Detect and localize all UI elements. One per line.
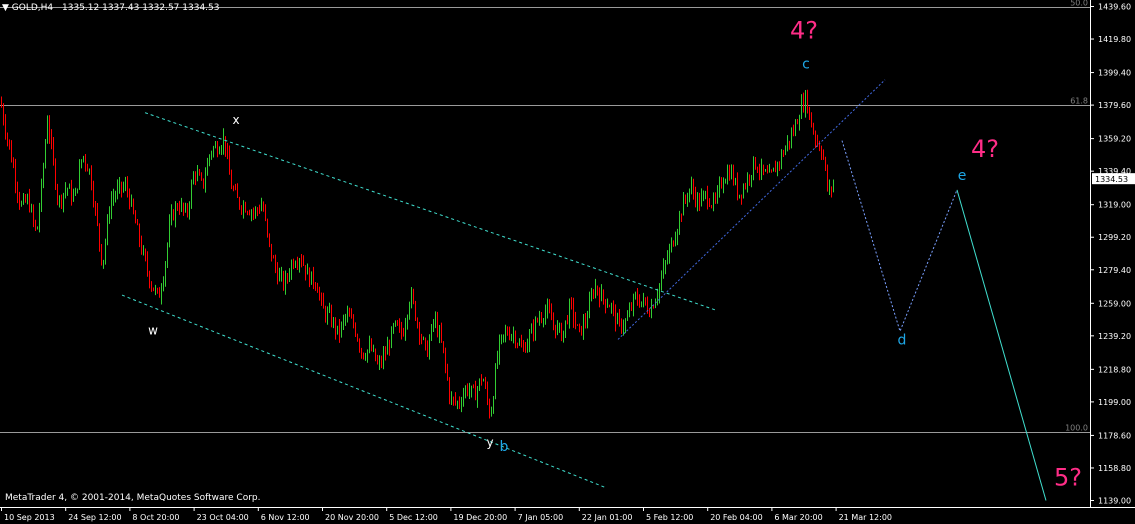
price-tick-label: 1158.80 — [1098, 464, 1131, 473]
time-tick-label: 5 Feb 12:00 — [646, 513, 693, 522]
time-tick-label: 21 Mar 12:00 — [839, 513, 892, 522]
wave-label: c — [802, 56, 810, 72]
time-tick-label: 10 Sep 2013 — [4, 513, 55, 522]
projection-solid-path — [956, 189, 1047, 501]
projection-dashed-path — [841, 140, 958, 333]
time-axis: 10 Sep 2013 24 Sep 12:00 8 Oct 20:00 23 Oct… — [1, 507, 892, 522]
fib-level-label: 61.8 — [1070, 97, 1088, 106]
time-tick-label: 8 Oct 20:00 — [132, 513, 179, 522]
price-tick-label: 1199.00 — [1098, 398, 1131, 407]
price-tick-label: 1319.00 — [1098, 201, 1131, 210]
current-price-label: 1334.53 — [1095, 175, 1128, 184]
price-tick-label: 1279.40 — [1098, 266, 1131, 275]
time-tick-label: 7 Jan 05:00 — [518, 513, 564, 522]
trend-support-line — [617, 79, 886, 340]
price-tick-label: 1259.00 — [1098, 299, 1131, 308]
wave-label: 4? — [790, 17, 818, 45]
fib-level-label: 50.0 — [1070, 0, 1088, 8]
price-tick-label: 1399.40 — [1098, 69, 1131, 78]
price-axis: 1439.601419.801399.401379.601359.201339.… — [1090, 3, 1135, 506]
dropdown-arrow-icon[interactable]: ▼ — [2, 3, 9, 13]
trend-lines — [121, 79, 886, 488]
price-tick-label: 1139.00 — [1098, 497, 1131, 506]
candles — [1, 89, 834, 419]
fibonacci-levels: 50.0 61.8 100.0 — [0, 0, 1090, 433]
wave-label: y — [486, 435, 493, 449]
price-tick-label: 1439.60 — [1098, 3, 1131, 12]
wave-label: e — [958, 168, 967, 184]
wave-labels: xwy bc4?e4?d5? — [148, 17, 1082, 492]
time-tick-label: 5 Dec 12:00 — [389, 513, 438, 522]
symbol-label: GOLD,H4 — [11, 3, 54, 13]
time-tick-label: 24 Sep 12:00 — [68, 513, 121, 522]
time-tick-label: 6 Nov 12:00 — [261, 513, 310, 522]
price-tick-label: 1218.80 — [1098, 365, 1131, 374]
price-tick-label: 1359.20 — [1098, 135, 1131, 144]
chart-window[interactable]: 50.0 61.8 100.0 x w y b c 4? e 4? d 5? 1439.60 1419.… — [0, 0, 1135, 524]
price-tick-label: 1299.20 — [1098, 233, 1131, 242]
time-tick-label: 23 Oct 04:00 — [197, 513, 249, 522]
time-tick-label: 20 Feb 04:00 — [710, 513, 762, 522]
channel-lower-line — [121, 294, 606, 488]
wave-projection — [841, 140, 1047, 501]
wave-label: b — [500, 439, 509, 455]
fib-level-label: 100.0 — [1065, 424, 1088, 433]
chart-frame — [0, 0, 1135, 508]
channel-upper-line — [144, 112, 716, 311]
wave-label: x — [232, 113, 239, 127]
ohlc-label: 1335.12 1337.43 1332.57 1334.53 — [62, 3, 220, 13]
copyright-text: MetaTrader 4, © 2001-2014, MetaQuotes So… — [5, 493, 261, 503]
wave-label: 5? — [1054, 464, 1082, 492]
chart-header: ▼ GOLD,H4 1335.12 1337.43 1332.57 1334.5… — [2, 3, 219, 13]
time-tick-label: 22 Jan 01:00 — [582, 513, 633, 522]
price-chart[interactable]: 50.061.8100.0 xwy bc4?e4?d5? 1439.601419.… — [0, 0, 1135, 524]
price-tick-label: 1178.60 — [1098, 431, 1131, 440]
wave-label: 4? — [971, 135, 999, 163]
time-tick-label: 6 Mar 20:00 — [774, 513, 822, 522]
wave-label: w — [148, 324, 158, 338]
time-tick-label: 20 Nov 20:00 — [325, 513, 379, 522]
price-tick-label: 1239.20 — [1098, 332, 1131, 341]
price-tick-label: 1379.60 — [1098, 101, 1131, 110]
wave-label: d — [898, 332, 907, 348]
price-tick-label: 1419.80 — [1098, 35, 1131, 44]
time-tick-label: 19 Dec 20:00 — [453, 513, 507, 522]
